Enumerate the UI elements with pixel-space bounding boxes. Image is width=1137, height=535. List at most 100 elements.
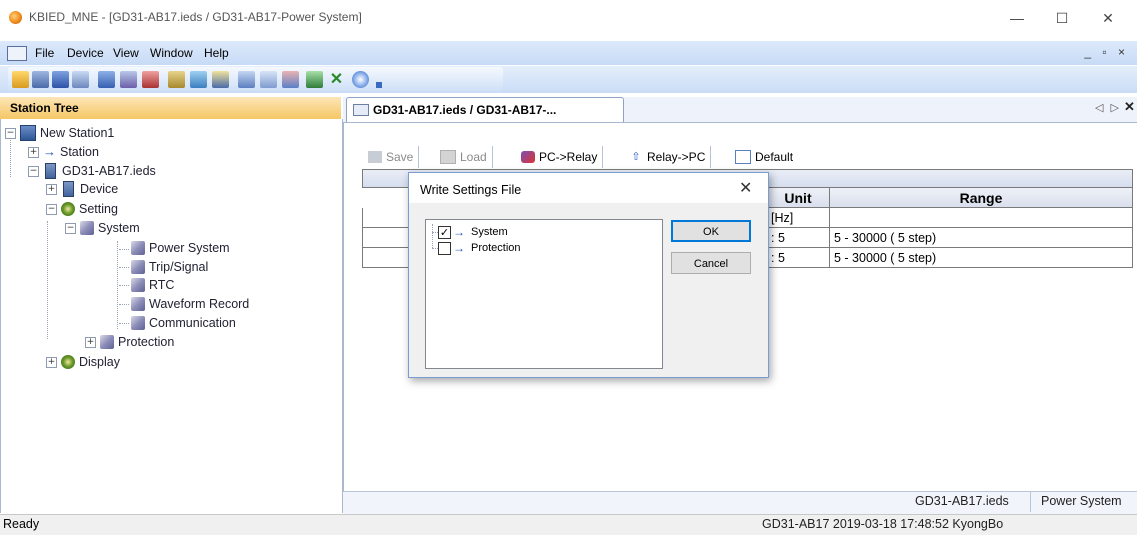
relay-to-pc-label: Relay->PC (647, 150, 706, 164)
arrow-icon: → (453, 225, 465, 239)
tree-node-label: System (98, 221, 140, 235)
save-icon (368, 151, 382, 163)
maximize-button[interactable]: ☐ (1040, 4, 1084, 32)
window-icon[interactable] (238, 71, 255, 88)
analysis-icon[interactable] (282, 71, 299, 88)
settings-tree-list: ✓ → System → Protection (425, 219, 663, 369)
collapse-icon[interactable]: − (46, 203, 57, 215)
station-view-icon[interactable] (72, 71, 89, 88)
disconnect-icon[interactable] (142, 71, 159, 88)
menu-file[interactable]: File (35, 46, 54, 60)
pane-divider (1030, 492, 1031, 512)
tree-node-label: GD31-AB17.ieds (62, 164, 156, 178)
menu-device[interactable]: Device (67, 46, 104, 60)
load-button[interactable]: Load (440, 146, 493, 168)
menu-view[interactable]: View (113, 46, 139, 60)
open-icon[interactable] (12, 71, 29, 88)
system-checkbox[interactable]: ✓ (438, 225, 451, 239)
tree-node-label: Communication (149, 316, 236, 330)
close-button[interactable]: ✕ (1086, 4, 1130, 32)
tree-icon[interactable] (98, 71, 115, 88)
status-pane-page: Power System (1041, 494, 1122, 508)
tree-node-trip-signal[interactable]: Trip/Signal (131, 258, 208, 276)
document-tab[interactable]: GD31-AB17.ieds / GD31-AB17-... (346, 97, 624, 122)
dialog-item-protection[interactable]: → Protection (438, 240, 521, 256)
save-icon[interactable] (32, 71, 49, 88)
tree-node-rtc[interactable]: RTC (131, 276, 174, 294)
upload-icon[interactable] (306, 71, 323, 88)
expand-icon[interactable]: + (85, 336, 96, 348)
tree-node-display[interactable]: + Display (46, 353, 120, 371)
new-station-icon[interactable] (52, 71, 69, 88)
expand-icon[interactable]: + (46, 356, 57, 368)
toolbar-overflow-icon[interactable] (376, 82, 382, 88)
tree-node-label: Protection (118, 335, 175, 349)
title-bar: KBIED_MNE - [GD31-AB17.ieds / GD31-AB17-… (0, 0, 1137, 36)
collapse-icon[interactable]: − (28, 165, 39, 177)
connect-icon[interactable] (120, 71, 137, 88)
monitor-icon[interactable] (190, 71, 207, 88)
document-status-bar (343, 491, 1137, 514)
mdi-window-controls[interactable]: _ ▫ × (1084, 45, 1129, 59)
document-icon (353, 104, 369, 116)
tree-node-waveform-record[interactable]: Waveform Record (131, 295, 249, 313)
collapse-icon[interactable]: − (5, 127, 16, 139)
tree-node-communication[interactable]: Communication (131, 314, 236, 332)
minimize-button[interactable]: — (995, 4, 1039, 32)
save-button[interactable]: Save (368, 146, 420, 168)
tree-node-power-system[interactable]: Power System (131, 239, 230, 257)
wrench-icon (131, 278, 145, 292)
tree-node-label: Setting (79, 202, 118, 216)
table-icon[interactable] (212, 71, 229, 88)
table-cell-range: 5 - 30000 ( 5 step) (830, 248, 1133, 268)
cancel-button[interactable]: Cancel (671, 252, 751, 274)
table-cell-unit: : 5 (767, 228, 830, 248)
expand-icon[interactable]: + (46, 183, 57, 195)
status-ready: Ready (3, 517, 40, 531)
station-icon (20, 125, 36, 141)
tree-node-device[interactable]: + Device (46, 180, 118, 198)
wrench-icon (131, 241, 145, 255)
relay-to-pc-button[interactable]: ⇧ Relay->PC (629, 146, 712, 168)
tree-node-system[interactable]: − System (65, 219, 140, 237)
tree-connector (119, 267, 129, 268)
wrench-icon (131, 316, 145, 330)
pc-to-relay-button[interactable]: PC->Relay (521, 146, 604, 168)
tree-node-label: RTC (149, 278, 175, 292)
waveform-icon[interactable] (260, 71, 277, 88)
tab-scroll-arrows[interactable]: ◁ ▷ (1095, 101, 1121, 114)
document-icon[interactable] (7, 46, 27, 61)
wrench-icon (131, 297, 145, 311)
tree-node-station[interactable]: + → Station (28, 143, 99, 161)
tree-node-gd31-ab17[interactable]: − GD31-AB17.ieds (28, 162, 156, 180)
up-arrow-icon: ⇧ (631, 151, 641, 163)
collapse-icon[interactable]: − (65, 222, 76, 234)
default-button[interactable]: Default (735, 146, 798, 168)
tree-node-label: Station (60, 145, 99, 159)
gear-icon (61, 202, 75, 216)
menu-window[interactable]: Window (150, 46, 193, 60)
expand-icon[interactable]: + (28, 146, 39, 158)
tab-close-icon[interactable]: ✕ (1124, 99, 1135, 115)
settings-icon[interactable] (168, 71, 185, 88)
dialog-close-icon[interactable]: ✕ (739, 178, 752, 198)
dialog-item-system[interactable]: ✓ → System (438, 224, 508, 240)
protection-checkbox[interactable] (438, 241, 451, 255)
cancel-x-icon[interactable]: ✕ (328, 71, 345, 88)
grid-icon (735, 150, 751, 164)
tree-connector (119, 323, 129, 324)
help-icon[interactable] (352, 71, 369, 88)
status-device-info: GD31-AB17 2019-03-18 17:48:52 KyongBo (762, 517, 1004, 531)
tree-node-new-station[interactable]: − New Station1 (5, 124, 114, 142)
station-tree-header: Station Tree (0, 97, 341, 120)
tree-node-setting[interactable]: − Setting (46, 200, 118, 218)
send-icon (521, 151, 535, 163)
load-label: Load (460, 150, 487, 164)
tree-node-protection[interactable]: + Protection (85, 333, 174, 351)
ok-button[interactable]: OK (671, 220, 751, 242)
app-icon (9, 11, 22, 24)
tree-connector (10, 137, 11, 177)
menu-help[interactable]: Help (204, 46, 229, 60)
wrench-icon (131, 260, 145, 274)
tree-node-label: New Station1 (40, 126, 115, 140)
